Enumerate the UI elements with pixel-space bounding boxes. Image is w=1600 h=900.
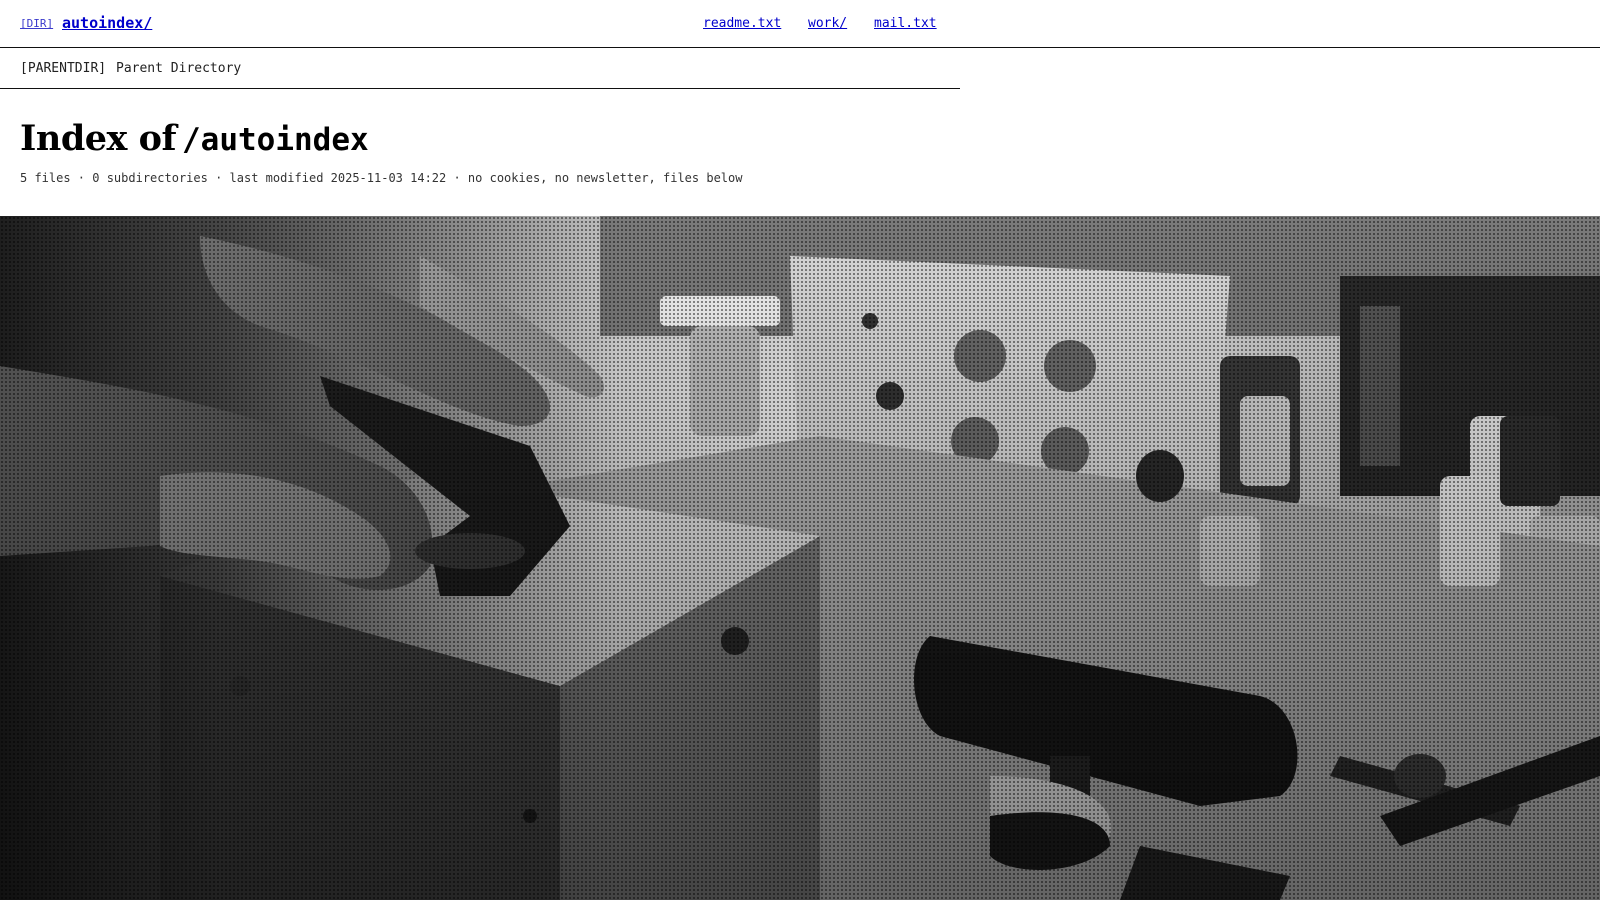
dir-tag-link[interactable]: [DIR] [20, 17, 53, 30]
site-name-link[interactable]: autoindex/ [62, 14, 152, 32]
parent-directory-row[interactable]: [PARENTDIR] Parent Directory [0, 48, 960, 89]
parent-directory-link[interactable]: Parent Directory [116, 61, 241, 76]
nav-mail-link[interactable]: mail.txt [874, 16, 937, 31]
nav-readme-link[interactable]: readme.txt [703, 16, 781, 31]
nav-work-link[interactable]: work/ [808, 16, 847, 31]
parent-dir-tag: [PARENTDIR] [20, 61, 107, 76]
top-bar: [DIR] autoindex/ readme.txt work/ mail.t… [0, 0, 1600, 48]
hero-halftone-photo [0, 216, 1600, 900]
page-title-path: /autoindex [182, 122, 369, 158]
page-title-lead: Index of [20, 118, 177, 159]
hero-photo-illustration [0, 216, 1600, 900]
directory-summary: 5 files · 0 subdirectories · last modifi… [20, 171, 743, 185]
page-title: Index of/autoindex [20, 118, 369, 159]
